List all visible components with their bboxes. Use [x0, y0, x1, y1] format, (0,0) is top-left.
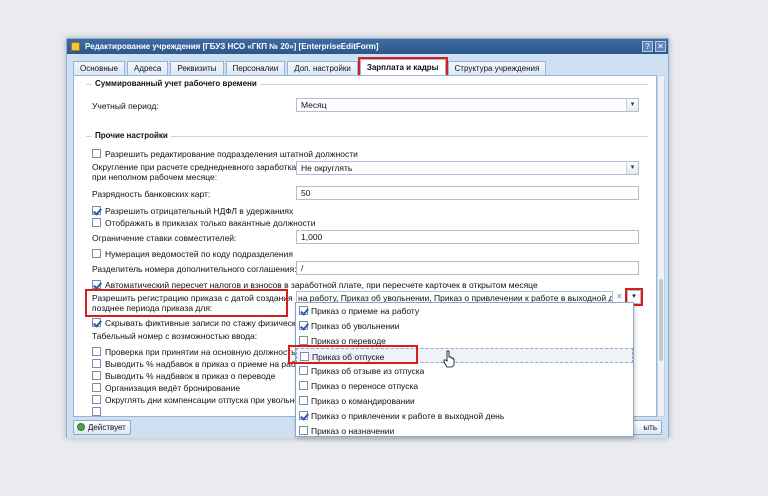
dropdown-item-label: Приказ о переводе — [311, 336, 386, 346]
numbering-by-code-label: Нумерация ведомостей по коду подразделен… — [105, 249, 293, 259]
dropdown-item[interactable]: Приказ об отзыве из отпуска — [296, 363, 633, 378]
bank-digits-label: Разрядность банковских карт: — [92, 189, 211, 199]
dropdown-item-label: Приказ об отзыве из отпуска — [311, 366, 425, 376]
tab-number-label: Табельный номер с возможностью ввода: — [92, 331, 258, 341]
period-combo[interactable]: Месяц ▾ — [296, 98, 639, 112]
rate-limit-label: Ограничение ставки совместителей: — [92, 233, 237, 243]
dropdown-item-label: Приказ о переносе отпуска — [311, 381, 419, 391]
close-icon[interactable]: ✕ — [655, 41, 666, 52]
booking-org-label: Организация ведёт бронирование — [105, 383, 241, 393]
rounding-combo[interactable]: Не округлять ▾ — [296, 161, 639, 175]
print-pct-hire-label: Выводить % надбавок в приказ о приеме на… — [105, 359, 309, 369]
print-pct-transfer-label: Выводить % надбавок в приказ о переводе — [105, 371, 276, 381]
tab-addresses[interactable]: Адреса — [126, 61, 169, 75]
dropdown-item-label: Приказ о привлечении к работе в выходной… — [311, 411, 505, 421]
section-title: Прочие настройки — [92, 131, 171, 140]
only-vacant-checkbox[interactable] — [92, 218, 101, 227]
print-pct-hire-checkbox[interactable] — [92, 359, 101, 368]
separator-label: Разделитель номера дополнительного согла… — [92, 264, 297, 274]
dropdown-item[interactable]: Приказ о командировании — [296, 393, 633, 408]
actions-button-label: Действует — [88, 423, 126, 432]
window-app-icon — [71, 42, 80, 51]
allow-edit-units-checkbox[interactable] — [92, 149, 101, 158]
auto-recalc-checkbox[interactable] — [92, 280, 101, 289]
dropdown-item-checkbox[interactable] — [299, 426, 308, 435]
chevron-down-icon[interactable]: ▾ — [626, 162, 638, 174]
highlight-frame — [288, 345, 418, 364]
tab-personalities[interactable]: Персоналии — [225, 61, 286, 75]
print-pct-transfer-checkbox[interactable] — [92, 371, 101, 380]
actions-button[interactable]: Действует — [73, 420, 131, 435]
tab-salary-hr[interactable]: Зарплата и кадры — [357, 57, 448, 77]
allow-edit-units-label: Разрешить редактирование подразделения ш… — [105, 149, 358, 159]
rounding-label-2: при неполном рабочем месяце: — [92, 172, 218, 182]
partial-checkbox[interactable] — [92, 407, 101, 416]
dropdown-item-label: Приказ об увольнении — [311, 321, 400, 331]
dropdown-item-checkbox[interactable] — [299, 321, 308, 330]
close-button[interactable]: ыть — [632, 420, 662, 435]
round-comp-days-checkbox[interactable] — [92, 395, 101, 404]
dropdown-item-checkbox[interactable] — [299, 411, 308, 420]
hand-cursor-icon — [443, 350, 455, 368]
dropdown-item-label: Приказ о назначении — [311, 426, 395, 436]
tab-requisites[interactable]: Реквизиты — [170, 61, 224, 75]
round-comp-days-label: Округлять дни компенсации отпуска при ув… — [105, 395, 314, 405]
chevron-down-icon[interactable]: ▾ — [626, 99, 638, 111]
check-on-hire-checkbox[interactable] — [92, 347, 101, 356]
scrollbar-thumb[interactable] — [659, 279, 663, 361]
tab-main[interactable]: Основные — [73, 61, 125, 75]
check-on-hire-label: Проверка при принятии на основную должно… — [105, 347, 296, 357]
booking-org-checkbox[interactable] — [92, 383, 101, 392]
tab-structure[interactable]: Структура учреждения — [447, 61, 547, 75]
dropdown-item-checkbox[interactable] — [299, 396, 308, 405]
rate-limit-input[interactable]: 1,000 — [296, 230, 639, 244]
section-title: Суммированный учет рабочего времени — [92, 79, 260, 88]
allow-registration-label-line1: Разрешить регистрацию приказа с датой со… — [92, 293, 293, 303]
allow-registration-label: Разрешить регистрацию приказа с датой со… — [85, 289, 293, 317]
dropdown-item[interactable]: Приказ о переводе — [296, 333, 633, 348]
period-value: Месяц — [301, 100, 327, 110]
period-label: Учетный период: — [92, 101, 159, 111]
help-icon[interactable]: ? — [642, 41, 653, 52]
rounding-value: Не округлять — [301, 163, 353, 173]
dropdown-item[interactable]: Приказ о переносе отпуска — [296, 378, 633, 393]
allow-registration-label-line2: позднее периода приказа для: — [92, 303, 213, 313]
window-title: Редактирование учреждения [ГБУЗ НСО «ГКП… — [85, 42, 379, 51]
auto-recalc-label: Автоматический пересчет налогов и взносо… — [105, 280, 538, 290]
dropdown-item-checkbox[interactable] — [299, 366, 308, 375]
tab-extra-settings[interactable]: Доп. настройки — [287, 61, 358, 75]
dropdown-item-checkbox[interactable] — [299, 306, 308, 315]
status-icon — [77, 423, 85, 431]
section-summed-time: Суммированный учет рабочего времени — [86, 79, 648, 88]
content-scrollbar[interactable] — [657, 75, 665, 417]
negative-ndfl-label: Разрешить отрицательный НДФЛ в удержания… — [105, 206, 294, 216]
dropdown-item-label: Приказ о приеме на работу — [311, 306, 420, 316]
dropdown-item-checkbox[interactable] — [299, 381, 308, 390]
negative-ndfl-checkbox[interactable] — [92, 206, 101, 215]
dropdown-item[interactable]: Приказ о приеме на работу — [296, 303, 633, 318]
bank-digits-input[interactable]: 50 — [296, 186, 639, 200]
section-other-settings: Прочие настройки — [86, 131, 648, 140]
dropdown-item-checkbox[interactable] — [299, 336, 308, 345]
dropdown-item[interactable]: Приказ о привлечении к работе в выходной… — [296, 408, 633, 423]
numbering-by-code-checkbox[interactable] — [92, 249, 101, 258]
hide-fictive-checkbox[interactable] — [92, 318, 101, 327]
dropdown-item[interactable]: Приказ об увольнении — [296, 318, 633, 333]
window-titlebar[interactable]: Редактирование учреждения [ГБУЗ НСО «ГКП… — [67, 39, 668, 54]
dropdown-item[interactable]: Приказ о назначении — [296, 423, 633, 438]
tab-strip: Основные Адреса Реквизиты Персоналии Доп… — [73, 57, 662, 77]
only-vacant-label: Отображать в приказах только вакантные д… — [105, 218, 316, 228]
dropdown-item-label: Приказ о командировании — [311, 396, 415, 406]
order-types-dropdown: Приказ о приеме на работу Приказ об увол… — [288, 302, 634, 438]
rounding-label-1: Округление при расчете среднедневного за… — [92, 162, 297, 172]
hide-fictive-label: Скрывать фиктивные записи по стажу физич… — [105, 318, 309, 328]
separator-input[interactable]: / — [296, 261, 639, 275]
